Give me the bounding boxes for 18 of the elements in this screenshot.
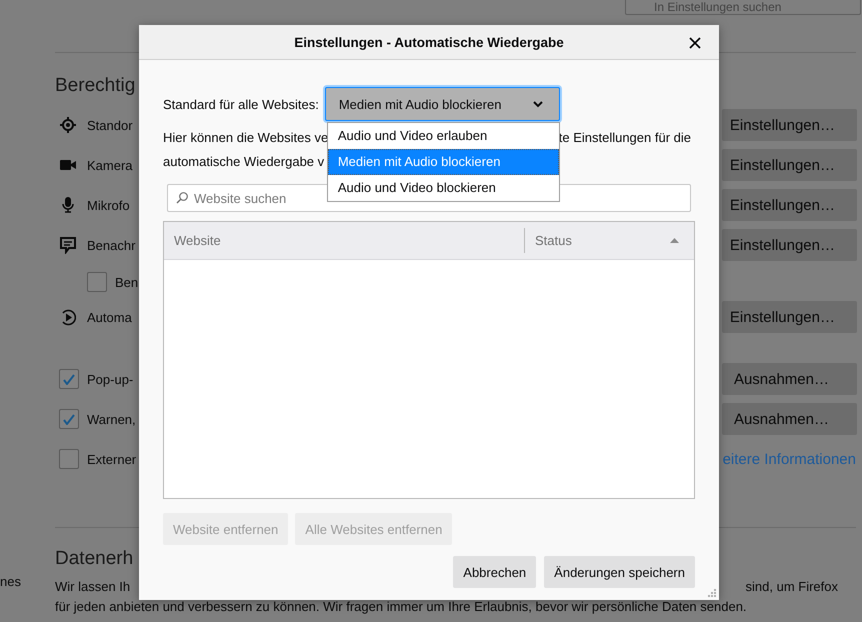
option-label: Mikrofo bbox=[87, 198, 130, 212]
option-label: Kamera bbox=[87, 158, 133, 172]
option-label: Externer bbox=[87, 452, 136, 466]
paragraph-text: sind, um Firefox bbox=[746, 578, 838, 596]
option-label: Pop-up- bbox=[87, 372, 134, 386]
section-heading: Datenerh bbox=[55, 547, 134, 571]
option-label: Warnen, bbox=[87, 412, 136, 426]
paragraph-text: Wir lassen Ih bbox=[55, 578, 130, 596]
description-text: Hier können die Websites ve bbox=[163, 129, 328, 147]
option-label: Standor bbox=[87, 118, 133, 132]
field-label: Standard für alle Websites: bbox=[163, 96, 319, 112]
option-label: Benachr bbox=[87, 238, 136, 252]
window-title: Einstellungen - Automatische Wiedergabe bbox=[294, 34, 564, 50]
option-label: Automa bbox=[87, 310, 132, 324]
option-label: Ben bbox=[115, 274, 138, 290]
description-text: automatische Wiedergabe v bbox=[163, 154, 324, 169]
section-heading: Berechtig bbox=[55, 74, 136, 98]
paragraph-text: für jeden anbieten und verbessern zu können. Wir fragen immer um Ihre Erlaubnis, bevor wir persönliche Daten senden. bbox=[55, 598, 747, 616]
